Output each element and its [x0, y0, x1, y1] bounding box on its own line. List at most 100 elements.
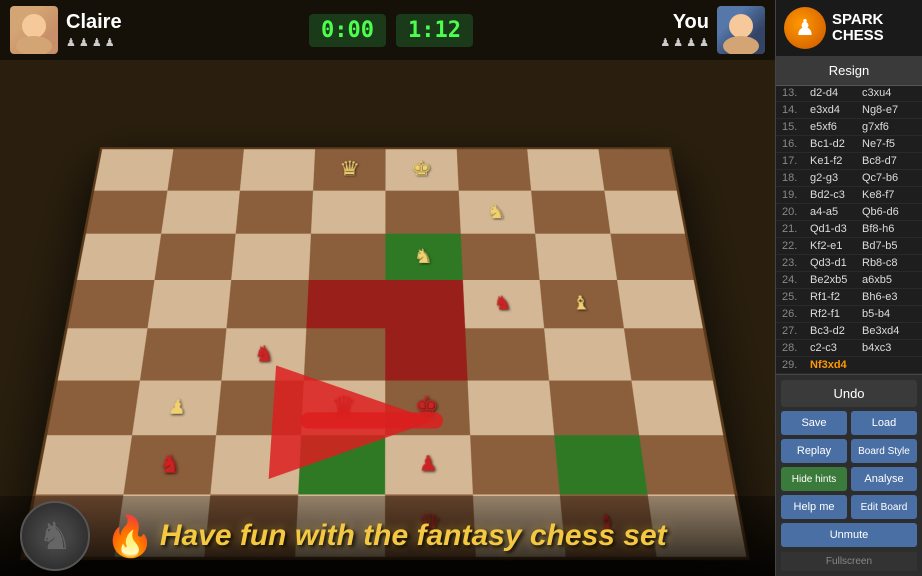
chess-cell-1-2[interactable] — [236, 190, 313, 233]
chess-cell-3-2[interactable] — [226, 280, 308, 329]
chess-cell-0-0[interactable] — [94, 149, 173, 190]
chess-cell-6-4[interactable]: ♟ — [385, 435, 472, 494]
chess-cell-0-3[interactable]: ♛ — [313, 149, 386, 190]
move-row[interactable]: 27.Bc3-d2Be3xd4 — [776, 323, 922, 340]
save-button[interactable]: Save — [781, 411, 847, 435]
chess-cell-4-6[interactable] — [544, 328, 631, 380]
chess-cell-0-1[interactable] — [167, 149, 244, 190]
move-row[interactable]: 22.Kf2-e1Bd7-b5 — [776, 238, 922, 255]
move-row[interactable]: 14.e3xd4Ng8-e7 — [776, 102, 922, 119]
chess-cell-2-4[interactable]: ♞ — [385, 234, 462, 280]
chess-cell-3-5[interactable]: ♞ — [462, 280, 544, 329]
move-row[interactable]: 16.Bc1-d2Ne7-f5 — [776, 136, 922, 153]
chess-cell-5-1[interactable]: ♟ — [132, 380, 222, 435]
chess-cell-5-4[interactable]: ♚ — [385, 380, 470, 435]
chess-cell-6-1[interactable]: ♞ — [123, 435, 216, 494]
move-row[interactable]: 21.Qd1-d3Bf8-h6 — [776, 221, 922, 238]
move-row[interactable]: 29.Nf3xd4 — [776, 357, 922, 374]
move-number: 28. — [782, 342, 810, 354]
chess-cell-2-2[interactable] — [231, 234, 310, 280]
chess-cell-2-0[interactable] — [77, 234, 161, 280]
move-black: Bh6-e3 — [862, 291, 916, 303]
move-row[interactable]: 19.Bd2-c3Ke8-f7 — [776, 187, 922, 204]
move-list[interactable]: 13.d2-d4c3xu414.e3xd4Ng8-e715.e5xf6g7xf6… — [776, 86, 922, 374]
chess-cell-5-5[interactable] — [467, 380, 554, 435]
help-me-button[interactable]: Help me — [781, 495, 847, 519]
chess-cell-5-2[interactable] — [216, 380, 303, 435]
chess-cell-1-1[interactable] — [161, 190, 240, 233]
chess-cell-4-2[interactable]: ♞ — [221, 328, 305, 380]
undo-button[interactable]: Undo — [781, 380, 917, 407]
move-row[interactable]: 26.Rf2-f1b5-b4 — [776, 306, 922, 323]
move-row[interactable]: 28.c2-c3b4xc3 — [776, 340, 922, 357]
chess-cell-4-4[interactable] — [385, 328, 467, 380]
move-number: 20. — [782, 206, 810, 218]
unmute-button[interactable]: Unmute — [781, 523, 917, 547]
help-editboard-row: Help me Edit Board — [781, 495, 917, 519]
chess-cell-6-3[interactable] — [298, 435, 385, 494]
edit-board-button[interactable]: Edit Board — [851, 495, 917, 519]
chess-cell-6-0[interactable] — [36, 435, 132, 494]
chess-cell-1-7[interactable] — [604, 190, 685, 233]
chess-cell-4-7[interactable] — [624, 328, 713, 380]
replay-button[interactable]: Replay — [781, 439, 847, 463]
move-number: 24. — [782, 274, 810, 286]
chess-cell-0-2[interactable] — [240, 149, 315, 190]
chess-cell-2-1[interactable] — [154, 234, 236, 280]
chess-cell-3-3[interactable] — [306, 280, 385, 329]
move-row[interactable]: 13.d2-d4c3xu4 — [776, 86, 922, 102]
load-button[interactable]: Load — [851, 411, 917, 435]
move-number: 16. — [782, 138, 810, 150]
analyse-button[interactable]: Analyse — [851, 467, 917, 491]
chess-cell-1-4[interactable] — [385, 190, 460, 233]
chess-cell-2-5[interactable] — [460, 234, 539, 280]
chess-cell-4-1[interactable] — [140, 328, 227, 380]
board-style-button[interactable]: Board Style — [851, 439, 917, 463]
move-row[interactable]: 20.a4-a5Qb6-d6 — [776, 204, 922, 221]
chess-cell-2-3[interactable] — [308, 234, 385, 280]
chess-cell-5-6[interactable] — [549, 380, 639, 435]
chess-cell-0-5[interactable] — [456, 149, 531, 190]
chess-cell-6-7[interactable] — [639, 435, 735, 494]
move-row[interactable]: 23.Qd3-d1Rb8-c8 — [776, 255, 922, 272]
chess-cell-0-7[interactable] — [598, 149, 677, 190]
chess-cell-3-7[interactable] — [617, 280, 703, 329]
chess-cell-5-0[interactable] — [47, 380, 140, 435]
chess-cell-6-6[interactable] — [554, 435, 647, 494]
move-row[interactable]: 17.Ke1-f2Bc8-d7 — [776, 153, 922, 170]
chess-cell-3-4[interactable] — [385, 280, 464, 329]
chess-cell-6-5[interactable] — [470, 435, 560, 494]
player1-pawns: ♟ ♟ ♟ ♟ — [66, 36, 122, 49]
chess-cell-0-4[interactable]: ♚ — [385, 149, 458, 190]
chess-cell-4-0[interactable] — [58, 328, 147, 380]
chess-cell-5-3[interactable]: ♛ — [301, 380, 386, 435]
chess-cell-2-7[interactable] — [610, 234, 694, 280]
chess-piece-5-1: ♟ — [167, 397, 188, 417]
move-row[interactable]: 18.g2-g3Qc7-b6 — [776, 170, 922, 187]
resign-button[interactable]: Resign — [776, 56, 922, 86]
chess-cell-1-3[interactable] — [311, 190, 386, 233]
hide-hints-button[interactable]: Hide hints — [781, 467, 847, 491]
fullscreen-button[interactable]: Fullscreen — [781, 552, 917, 571]
move-black: Qb6-d6 — [862, 206, 916, 218]
chess-cell-4-5[interactable] — [465, 328, 549, 380]
chess-cell-6-2[interactable] — [210, 435, 300, 494]
chess-cell-5-7[interactable] — [631, 380, 723, 435]
board-area: Claire ♟ ♟ ♟ ♟ 0:00 1:12 You ♟ ♟ ♟ ♟ — [0, 0, 775, 576]
chess-piece-0-4: ♚ — [411, 159, 433, 179]
chess-cell-3-6[interactable]: ♝ — [540, 280, 624, 329]
move-row[interactable]: 25.Rf1-f2Bh6-e3 — [776, 289, 922, 306]
move-black: b4xc3 — [862, 342, 916, 354]
chess-cell-3-0[interactable] — [68, 280, 154, 329]
chess-cell-0-6[interactable] — [527, 149, 604, 190]
move-row[interactable]: 24.Be2xb5a6xb5 — [776, 272, 922, 289]
chess-cell-2-6[interactable] — [535, 234, 616, 280]
chess-cell-4-3[interactable] — [303, 328, 385, 380]
chess-cell-1-6[interactable] — [531, 190, 610, 233]
chess-cell-3-1[interactable] — [147, 280, 231, 329]
chess-cell-1-5[interactable]: ♞ — [458, 190, 535, 233]
move-row[interactable]: 15.e5xf6g7xf6 — [776, 119, 922, 136]
chess-cell-1-0[interactable] — [86, 190, 167, 233]
move-number: 29. — [782, 359, 810, 371]
move-white: c2-c3 — [810, 342, 862, 354]
